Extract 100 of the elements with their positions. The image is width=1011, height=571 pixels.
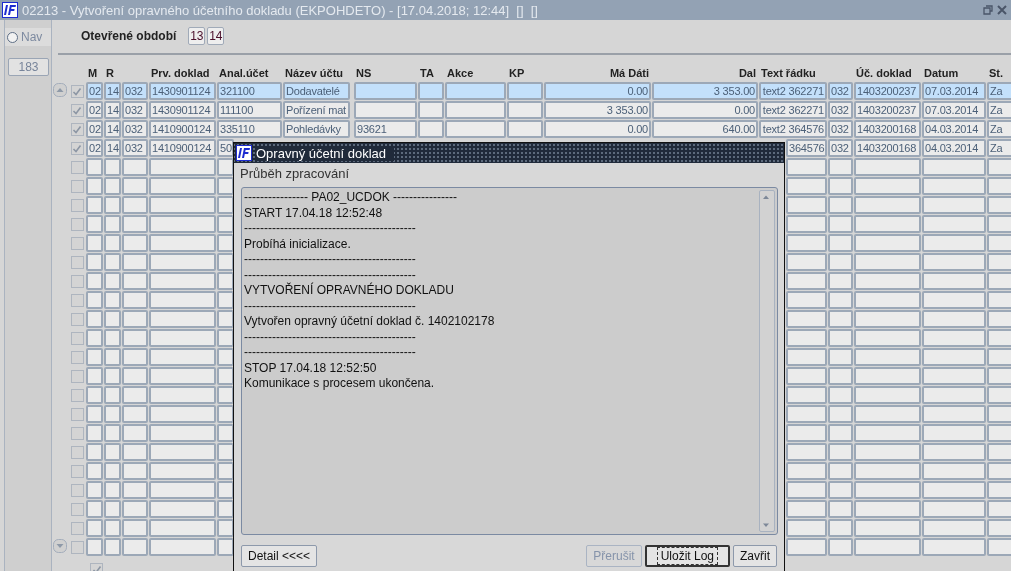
record-count: 183 xyxy=(8,58,49,76)
table-cell xyxy=(922,519,986,537)
table-cell xyxy=(922,215,986,233)
table-cell: 14 xyxy=(104,120,121,138)
checkbox[interactable] xyxy=(70,123,84,136)
checkbox[interactable] xyxy=(70,237,84,250)
table-cell xyxy=(149,291,216,309)
table-cell xyxy=(922,158,986,176)
table-cell xyxy=(104,158,121,176)
table-cell xyxy=(122,443,148,461)
close-icon[interactable] xyxy=(997,5,1007,15)
dialog-button[interactable]: Detail <<<< xyxy=(241,545,318,567)
checkbox[interactable] xyxy=(70,275,84,288)
table-cell xyxy=(786,253,827,271)
table-cell xyxy=(86,424,103,442)
checkbox[interactable] xyxy=(70,465,84,478)
checkbox[interactable] xyxy=(70,313,84,326)
table-cell xyxy=(922,272,986,290)
table-cell xyxy=(149,538,216,556)
checkbox[interactable] xyxy=(70,484,84,497)
checkbox[interactable] xyxy=(70,332,84,345)
scroll-down-icon[interactable] xyxy=(53,539,67,553)
table-cell xyxy=(149,424,216,442)
table-cell xyxy=(122,405,148,423)
table-cell xyxy=(922,310,986,328)
checkbox[interactable] xyxy=(70,351,84,364)
table-cell xyxy=(854,234,921,252)
table-cell xyxy=(445,120,506,138)
checkbox[interactable] xyxy=(70,370,84,383)
column-header: Má Dáti xyxy=(609,67,649,79)
table-cell: 032 xyxy=(122,120,148,138)
table-cell xyxy=(922,500,986,518)
table-cell xyxy=(922,443,986,461)
period-value: 13 xyxy=(188,27,206,45)
log-line: Probíhá inicializace. xyxy=(244,236,352,252)
table-cell xyxy=(122,462,148,480)
table-cell: 032 xyxy=(828,82,853,100)
table-cell xyxy=(86,215,103,233)
table-cell xyxy=(149,158,216,176)
table-cell xyxy=(786,500,827,518)
scroll-up-icon[interactable] xyxy=(53,83,67,97)
checkbox[interactable] xyxy=(70,446,84,459)
table-cell xyxy=(922,329,986,347)
table-cell xyxy=(122,424,148,442)
table-cell: 1410900124 xyxy=(149,120,216,138)
table-cell xyxy=(86,386,103,404)
dialog-logo-icon xyxy=(236,145,252,161)
table-cell: 640.00 xyxy=(652,120,758,138)
column-header: Akce xyxy=(447,67,474,79)
checkbox[interactable] xyxy=(70,85,84,98)
table-cell: Za xyxy=(987,82,1011,100)
restore-icon[interactable] xyxy=(983,5,993,15)
table-cell xyxy=(104,291,121,309)
column-header: Prv. doklad xyxy=(151,67,210,79)
table-cell: 02 xyxy=(86,101,103,119)
scrollbar[interactable] xyxy=(759,190,775,532)
table-cell xyxy=(104,329,121,347)
table-cell xyxy=(149,443,216,461)
table-cell xyxy=(854,310,921,328)
table-cell xyxy=(104,462,121,480)
table-cell: 321100 xyxy=(217,82,282,100)
checkbox[interactable] xyxy=(70,104,84,117)
checkbox[interactable] xyxy=(70,180,84,193)
table-cell: Za xyxy=(987,139,1011,157)
checkbox[interactable] xyxy=(70,541,84,554)
checkbox[interactable] xyxy=(70,218,84,231)
checkbox[interactable] xyxy=(70,408,84,421)
table-cell xyxy=(104,253,121,271)
checkbox[interactable] xyxy=(70,389,84,402)
table-cell: 335110 xyxy=(217,120,282,138)
checkbox[interactable] xyxy=(70,256,84,269)
table-cell: 04.03.2014 xyxy=(922,120,986,138)
checkbox[interactable] xyxy=(70,503,84,516)
log-line: STOP 17.04.18 12:52:50 xyxy=(244,360,378,376)
checkbox[interactable] xyxy=(70,427,84,440)
table-cell: 3 353.00 xyxy=(652,82,758,100)
table-cell xyxy=(86,500,103,518)
table-cell xyxy=(786,443,827,461)
checkbox[interactable] xyxy=(70,294,84,307)
table-cell: text2 364576 xyxy=(759,120,827,138)
period-label: Otevřené období xyxy=(81,29,177,43)
table-cell xyxy=(104,272,121,290)
checkbox[interactable] xyxy=(70,522,84,535)
checkbox[interactable] xyxy=(70,142,84,155)
log-line: Komunikace s procesem ukončena. xyxy=(244,376,436,392)
checkbox[interactable] xyxy=(70,161,84,174)
checkbox[interactable] xyxy=(70,199,84,212)
dialog-button[interactable]: Zavřit xyxy=(733,545,777,567)
table-cell: 02 xyxy=(86,120,103,138)
dialog-button[interactable]: Uložit Log xyxy=(644,545,730,567)
table-cell xyxy=(854,405,921,423)
table-cell: 1403200168 xyxy=(854,120,921,138)
table-cell xyxy=(86,310,103,328)
table-cell xyxy=(786,272,827,290)
table-cell xyxy=(922,405,986,423)
table-cell xyxy=(854,500,921,518)
table-cell xyxy=(86,462,103,480)
table-cell xyxy=(786,310,827,328)
table-cell xyxy=(922,234,986,252)
table-cell: 3 353.00 xyxy=(544,101,651,119)
